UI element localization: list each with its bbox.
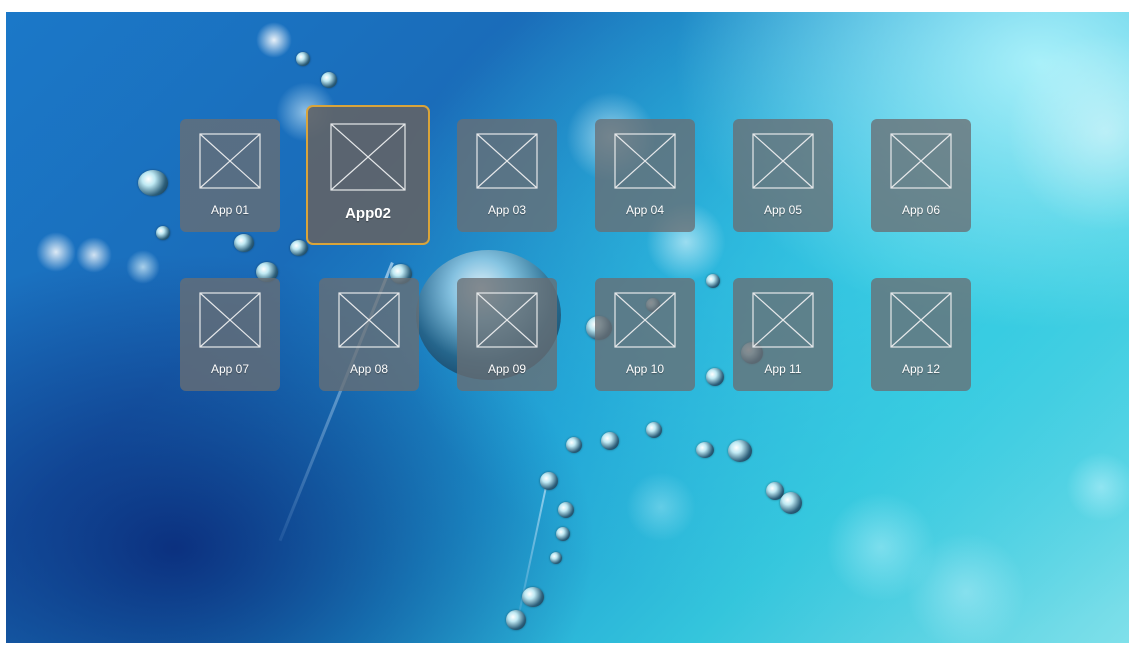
app-tile-08[interactable]: App 08 — [319, 278, 419, 391]
app-tile-12[interactable]: App 12 — [871, 278, 971, 391]
placeholder-image-icon — [330, 123, 406, 191]
app-tile-06[interactable]: App 06 — [871, 119, 971, 232]
app-label: App 05 — [763, 203, 803, 217]
app-label: App 06 — [901, 203, 941, 217]
app-label: App 11 — [764, 362, 802, 376]
app-tile-01[interactable]: App 01 — [180, 119, 280, 232]
app-tile-03[interactable]: App 03 — [457, 119, 557, 232]
placeholder-image-icon — [338, 292, 400, 348]
app-label: App 08 — [349, 362, 389, 376]
placeholder-image-icon — [890, 292, 952, 348]
app-label: App02 — [345, 205, 391, 222]
placeholder-image-icon — [614, 133, 676, 189]
app-tile-09[interactable]: App 09 — [457, 278, 557, 391]
app-label: App 09 — [487, 362, 527, 376]
placeholder-image-icon — [476, 292, 538, 348]
placeholder-image-icon — [199, 133, 261, 189]
app-label: App 01 — [210, 203, 250, 217]
placeholder-image-icon — [890, 133, 952, 189]
app-label: App 03 — [487, 203, 527, 217]
app-tile-10[interactable]: App 10 — [595, 278, 695, 391]
app-tile-04[interactable]: App 04 — [595, 119, 695, 232]
placeholder-image-icon — [199, 292, 261, 348]
app-label: App 07 — [210, 362, 250, 376]
app-tile-05[interactable]: App 05 — [733, 119, 833, 232]
app-label: App 12 — [901, 362, 941, 376]
app-tile-02[interactable]: App02 — [306, 105, 430, 245]
placeholder-image-icon — [752, 292, 814, 348]
app-label: App 04 — [625, 203, 665, 217]
placeholder-image-icon — [752, 133, 814, 189]
app-tile-11[interactable]: App 11 — [733, 278, 833, 391]
app-label: App 10 — [625, 362, 665, 376]
launcher-screen: App 01 App02 App 03 App 04 App 05 App 06 — [6, 12, 1129, 643]
placeholder-image-icon — [614, 292, 676, 348]
app-tile-07[interactable]: App 07 — [180, 278, 280, 391]
placeholder-image-icon — [476, 133, 538, 189]
